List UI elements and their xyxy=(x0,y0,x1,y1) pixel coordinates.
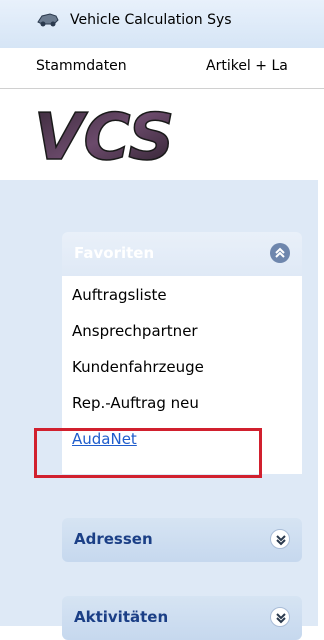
favorites-header-label: Favoriten xyxy=(74,244,155,262)
chevron-up-double-icon[interactable] xyxy=(270,243,290,263)
addresses-group: Adressen xyxy=(62,518,302,562)
favorite-item-rep-auftrag-neu[interactable]: Rep.-Auftrag neu xyxy=(72,394,199,412)
favorites-header[interactable]: Favoriten xyxy=(62,232,302,276)
menu-item-artikel[interactable]: Artikel + La xyxy=(206,58,288,74)
addresses-header-label: Adressen xyxy=(74,530,153,548)
chevron-down-double-icon[interactable] xyxy=(270,607,290,627)
logo-text: VCS xyxy=(34,101,174,175)
pane-divider xyxy=(318,89,324,626)
activities-header-label: Aktivitäten xyxy=(74,608,169,626)
car-icon xyxy=(37,13,59,27)
menu-item-stammdaten[interactable]: Stammdaten xyxy=(36,58,127,74)
chevron-down-double-icon[interactable] xyxy=(270,529,290,549)
title-bar: Vehicle Calculation Sys xyxy=(0,0,324,49)
highlight-box xyxy=(34,428,262,478)
favorite-item-auftragsliste[interactable]: Auftragsliste xyxy=(72,286,167,304)
menu-bar: Stammdaten Artikel + La xyxy=(0,48,324,89)
window-title: Vehicle Calculation Sys xyxy=(70,12,232,28)
addresses-header[interactable]: Adressen xyxy=(62,518,302,562)
favorite-item-kundenfahrzeuge[interactable]: Kundenfahrzeuge xyxy=(72,358,204,376)
activities-group: Aktivitäten xyxy=(62,596,302,640)
vcs-logo: VCS xyxy=(0,89,324,179)
logo-graphic: VCS xyxy=(33,100,175,176)
activities-header[interactable]: Aktivitäten xyxy=(62,596,302,640)
favorite-item-ansprechpartner[interactable]: Ansprechpartner xyxy=(72,322,198,340)
